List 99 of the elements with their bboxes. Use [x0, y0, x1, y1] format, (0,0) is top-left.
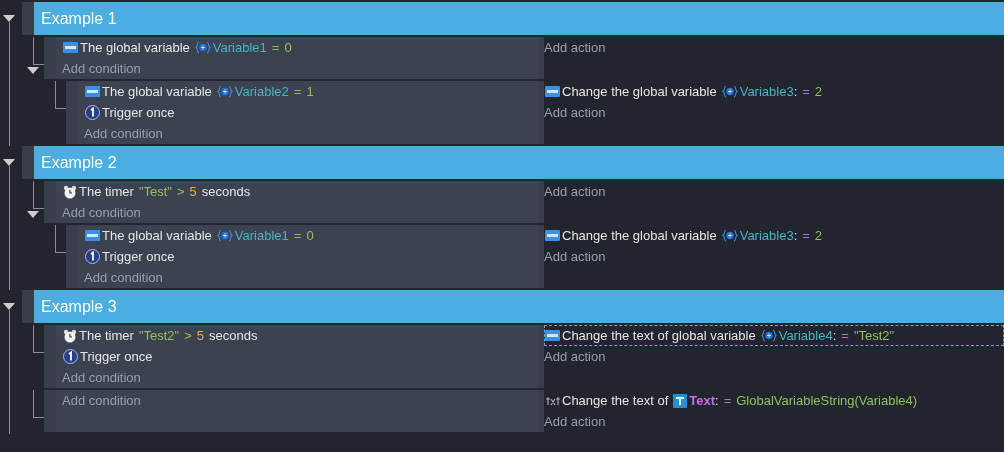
globe-icon — [216, 229, 233, 242]
number-value: 0 — [306, 228, 314, 243]
add-action-link[interactable]: Add action — [544, 346, 1004, 367]
event-handle[interactable] — [66, 81, 78, 144]
add-condition-link[interactable]: Add condition — [84, 123, 538, 144]
instruction-text: Change the text of — [562, 393, 669, 408]
globe-icon — [216, 85, 233, 98]
instruction-text: Change the text of global variable — [562, 328, 756, 343]
instruction-text: Trigger once — [102, 105, 175, 120]
group-handle[interactable] — [22, 2, 34, 35]
instruction-text: Change the global variable — [562, 228, 717, 243]
collapse-arrow-icon[interactable] — [3, 303, 15, 310]
variable-name: Variable1 — [212, 40, 267, 55]
group-header[interactable]: Example 2 — [34, 146, 1004, 179]
colon-text: : — [793, 228, 798, 243]
variable-name: Variable4 — [778, 328, 833, 343]
add-action-link[interactable]: Add action — [544, 37, 1004, 58]
instruction-text: The timer — [79, 184, 134, 199]
instruction-text: The global variable — [102, 228, 212, 243]
collapse-arrow-icon[interactable] — [27, 211, 39, 218]
globe-icon — [721, 85, 738, 98]
variable-icon — [545, 230, 560, 241]
globe-icon — [760, 329, 777, 342]
add-condition-link[interactable]: Add condition — [62, 58, 538, 79]
group-handle[interactable] — [22, 146, 34, 179]
number-one-icon — [85, 105, 100, 120]
operator-text: > — [184, 328, 192, 343]
variable-name: Variable3 — [739, 228, 794, 243]
string-value: "Test2" — [853, 328, 895, 343]
number-value: 2 — [814, 228, 823, 243]
string-value: GlobalVariableString(Variable4) — [736, 393, 918, 408]
number-value: 0 — [284, 40, 292, 55]
number-value: 5 — [196, 328, 205, 343]
instruction-text: The global variable — [80, 40, 190, 55]
instruction-text: seconds — [201, 184, 251, 199]
group-handle[interactable] — [22, 290, 34, 323]
group-header[interactable]: Example 1 — [34, 2, 1004, 35]
number-value: 5 — [189, 184, 197, 199]
alarm-clock-icon — [63, 184, 77, 199]
add-condition-link[interactable]: Add condition — [84, 267, 538, 288]
instruction-text: Trigger once — [80, 349, 153, 364]
group-header[interactable]: Example 3 — [34, 290, 1004, 323]
variable-icon — [545, 86, 560, 97]
event-handle[interactable] — [44, 37, 56, 79]
instruction-text: The timer — [79, 328, 134, 343]
variable-name: Variable2 — [234, 84, 289, 99]
colon-text: : — [832, 328, 837, 343]
event-handle[interactable] — [44, 325, 56, 388]
actions-handle[interactable] — [538, 390, 544, 432]
actions-handle[interactable] — [538, 181, 544, 223]
globe-icon — [721, 229, 738, 242]
string-value: "Test" — [138, 184, 172, 199]
variable-name: Variable3 — [739, 84, 794, 99]
add-condition-link[interactable]: Add condition — [62, 367, 538, 388]
instruction-text: Trigger once — [102, 249, 175, 264]
collapse-arrow-icon[interactable] — [3, 15, 15, 22]
collapse-arrow-icon[interactable] — [27, 67, 39, 74]
add-action-link[interactable]: Add action — [544, 181, 1004, 202]
operator-text: = — [293, 228, 302, 243]
instruction-text: The global variable — [102, 84, 212, 99]
collapse-arrow-icon[interactable] — [3, 159, 15, 166]
number-value: 1 — [306, 84, 314, 99]
text-object-icon — [673, 393, 688, 408]
operator-text: = — [802, 228, 810, 243]
operator-text: = — [802, 84, 810, 99]
instruction-text: seconds — [209, 328, 258, 343]
operator-text: = — [293, 84, 302, 99]
actions-handle[interactable] — [538, 37, 544, 79]
variable-name: Variable1 — [234, 228, 289, 243]
number-one-icon — [63, 349, 78, 364]
alarm-clock-icon — [63, 328, 77, 343]
globe-icon — [194, 41, 211, 54]
object-name: Text — [689, 393, 715, 408]
variable-icon — [85, 86, 100, 97]
instruction-text: Change the global variable — [562, 84, 717, 99]
add-action-link[interactable]: Add action — [544, 246, 1004, 267]
add-action-link[interactable]: Add action — [544, 411, 1004, 432]
actions-handle[interactable] — [538, 81, 544, 144]
number-value: 2 — [814, 84, 823, 99]
add-condition-link[interactable]: Add condition — [62, 390, 538, 411]
operator-text: = — [841, 328, 849, 343]
variable-icon — [545, 330, 560, 341]
string-value: "Test2" — [138, 328, 180, 343]
event-handle[interactable] — [44, 390, 56, 432]
variable-icon — [63, 42, 78, 53]
event-handle[interactable] — [66, 225, 78, 288]
add-condition-link[interactable]: Add condition — [62, 202, 538, 223]
colon-text: : — [793, 84, 798, 99]
text-tool-icon — [545, 395, 560, 406]
number-one-icon — [85, 249, 100, 264]
add-action-link[interactable]: Add action — [544, 102, 1004, 123]
operator-text: > — [177, 184, 185, 199]
operator-text: = — [271, 40, 280, 55]
actions-handle[interactable] — [538, 325, 544, 388]
event-handle[interactable] — [44, 181, 56, 223]
actions-handle[interactable] — [538, 225, 544, 288]
variable-icon — [85, 230, 100, 241]
operator-text: = — [723, 393, 732, 408]
colon-text: : — [715, 393, 719, 408]
